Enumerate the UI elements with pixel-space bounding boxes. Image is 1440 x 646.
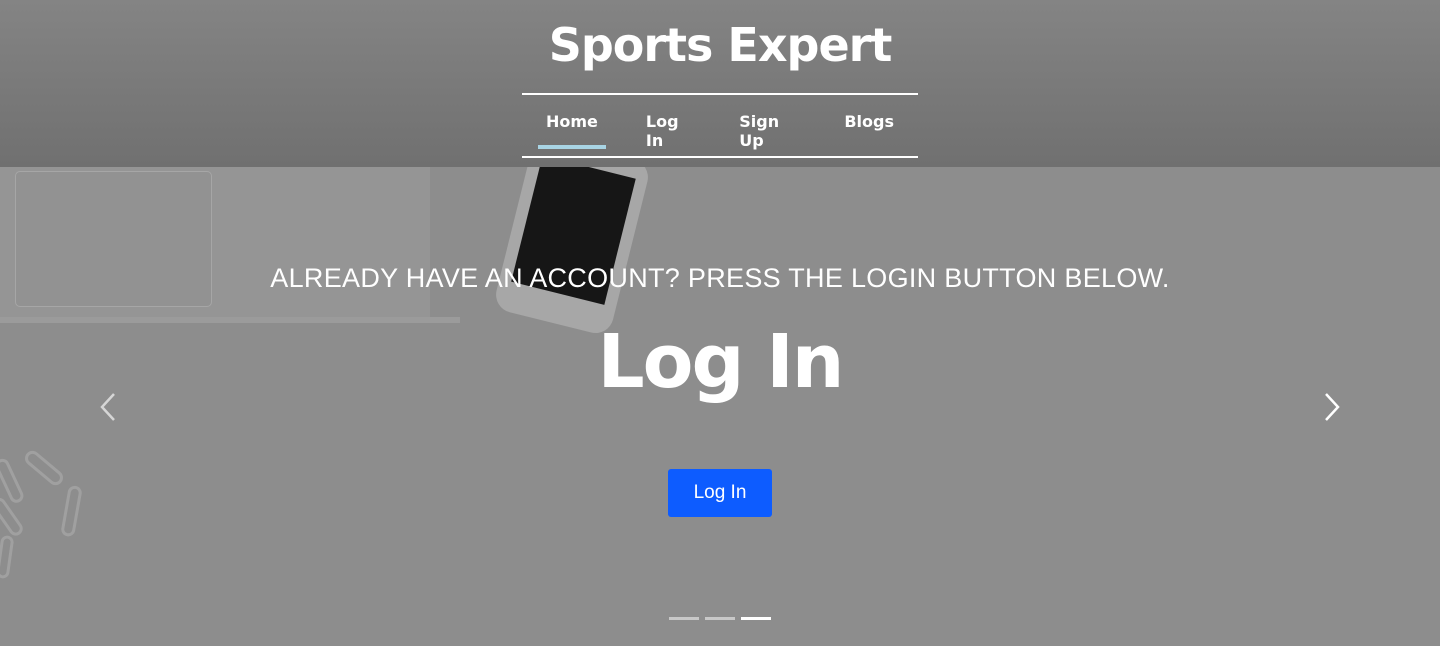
nav-home[interactable]: Home	[522, 112, 622, 150]
chevron-right-icon[interactable]	[1320, 390, 1344, 424]
nav-divider-bottom	[522, 156, 918, 158]
carousel-indicator-1[interactable]	[669, 617, 699, 620]
phone-image	[492, 167, 652, 337]
hero-title: Log In	[597, 319, 845, 405]
carousel-indicators	[669, 617, 771, 620]
hero-subtitle: ALREADY HAVE AN ACCOUNT? PRESS THE LOGIN…	[270, 263, 1170, 293]
main-nav: Home Log In Sign Up Blogs	[522, 112, 918, 150]
paperclips-image	[0, 450, 82, 579]
site-brand[interactable]: Sports Expert	[0, 18, 1440, 72]
laptop-image	[0, 167, 430, 322]
carousel-indicator-3[interactable]	[741, 617, 771, 620]
chevron-left-icon[interactable]	[96, 390, 120, 424]
nav-divider-top	[522, 93, 918, 95]
site-header: Sports Expert Home Log In Sign Up Blogs	[0, 0, 1440, 167]
carousel-indicator-2[interactable]	[705, 617, 735, 620]
hero-carousel: ALREADY HAVE AN ACCOUNT? PRESS THE LOGIN…	[0, 167, 1440, 646]
nav-blogs[interactable]: Blogs	[820, 112, 918, 150]
log-in-button[interactable]: Log In	[668, 469, 772, 517]
nav-log-in[interactable]: Log In	[622, 112, 715, 150]
nav-sign-up[interactable]: Sign Up	[715, 112, 820, 150]
